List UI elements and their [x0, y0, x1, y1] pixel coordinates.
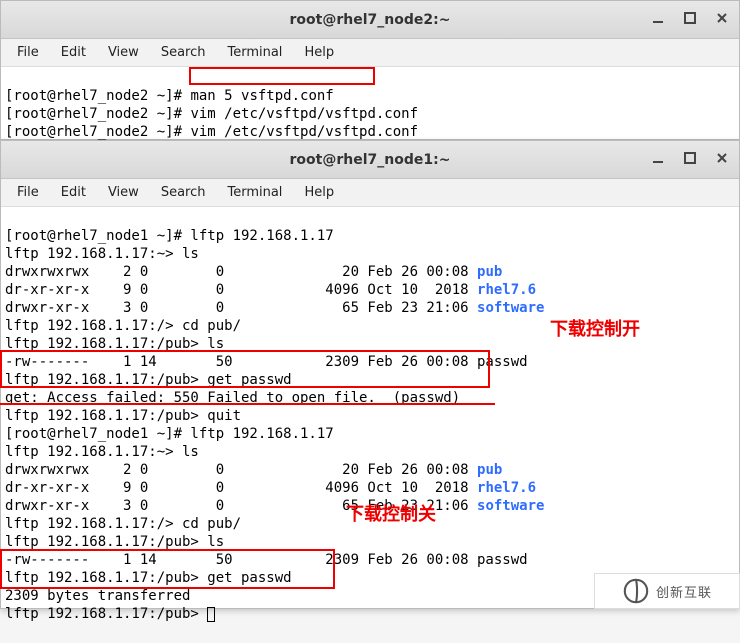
close-button[interactable] [709, 147, 735, 169]
dir-link: software [477, 300, 544, 316]
menu-help[interactable]: Help [294, 41, 344, 64]
annotation-download-on: 下载控制开 [550, 315, 640, 341]
menubar: File Edit View Search Terminal Help [1, 179, 739, 207]
term-line: -rw------- 1 14 50 2309 Feb 26 00:08 pas… [5, 354, 528, 370]
term-line: drwxrwxrwx 2 0 0 20 Feb 26 00:08 pub [5, 462, 502, 478]
term-line: lftp 192.168.1.17:/pub> ls [5, 534, 224, 550]
dir-link: rhel7.6 [477, 480, 536, 496]
titlebar: root@rhel7_node1:~ [1, 141, 739, 179]
menu-view[interactable]: View [98, 181, 149, 204]
close-button[interactable] [709, 7, 735, 29]
titlebar: root@rhel7_node2:~ [1, 1, 739, 39]
term-line: [root@rhel7_node2 ~]# vim /etc/vsftpd/vs… [5, 106, 418, 122]
menu-search[interactable]: Search [151, 41, 216, 64]
dir-link: pub [477, 462, 502, 478]
annotation-download-off: 下载控制关 [346, 500, 436, 526]
term-line: [root@rhel7_node2 ~]# man 5 vsftpd.conf [5, 88, 334, 104]
term-line: lftp 192.168.1.17:/> cd pub/ [5, 318, 241, 334]
window-title: root@rhel7_node2:~ [290, 12, 451, 28]
window-buttons [645, 147, 735, 169]
watermark-text: 创新互联 [656, 582, 712, 601]
term-line: lftp 192.168.1.17:/pub> [5, 606, 215, 622]
window-title: root@rhel7_node1:~ [290, 152, 451, 168]
maximize-button[interactable] [677, 7, 703, 29]
menu-help[interactable]: Help [294, 181, 344, 204]
term-line: drwxr-xr-x 3 0 0 65 Feb 23 21:06 softwar… [5, 498, 544, 514]
menu-view[interactable]: View [98, 41, 149, 64]
maximize-button[interactable] [677, 147, 703, 169]
menu-terminal[interactable]: Terminal [217, 41, 292, 64]
terminal-window-node2: root@rhel7_node2:~ File Edit View Search… [0, 0, 740, 140]
dir-link: rhel7.6 [477, 282, 536, 298]
menu-terminal[interactable]: Terminal [217, 181, 292, 204]
term-line: lftp 192.168.1.17:/pub> quit [5, 408, 241, 424]
term-line: lftp 192.168.1.17:/pub> get passwd [5, 372, 292, 388]
term-line: [root@rhel7_node1 ~]# lftp 192.168.1.17 [5, 228, 334, 244]
term-line: dr-xr-xr-x 9 0 0 4096 Oct 10 2018 rhel7.… [5, 282, 536, 298]
menu-edit[interactable]: Edit [51, 41, 96, 64]
term-line: lftp 192.168.1.17:/> cd pub/ [5, 516, 241, 532]
dir-link: software [477, 498, 544, 514]
term-line: dr-xr-xr-x 9 0 0 4096 Oct 10 2018 rhel7.… [5, 480, 536, 496]
highlight-underline [0, 403, 495, 405]
menu-search[interactable]: Search [151, 181, 216, 204]
term-line: drwxrwxrwx 2 0 0 20 Feb 26 00:08 pub [5, 264, 502, 280]
minimize-button[interactable] [645, 7, 671, 29]
menu-file[interactable]: File [7, 181, 49, 204]
menubar: File Edit View Search Terminal Help [1, 39, 739, 67]
term-line: [root@rhel7_node1 ~]# lftp 192.168.1.17 [5, 426, 334, 442]
term-line: [root@rhel7_node2 ~]# vim /etc/vsftpd/vs… [5, 124, 418, 140]
term-line: 2309 bytes transferred [5, 588, 190, 604]
term-line: lftp 192.168.1.17:~> ls [5, 444, 199, 460]
watermark-logo: 创新互联 [594, 573, 740, 609]
menu-file[interactable]: File [7, 41, 49, 64]
term-line: lftp 192.168.1.17:/pub> get passwd [5, 570, 292, 586]
term-line: lftp 192.168.1.17:/pub> ls [5, 336, 224, 352]
menu-edit[interactable]: Edit [51, 181, 96, 204]
cursor-icon [207, 607, 215, 622]
logo-icon [622, 577, 650, 605]
minimize-button[interactable] [645, 147, 671, 169]
dir-link: pub [477, 264, 502, 280]
window-buttons [645, 7, 735, 29]
term-line: drwxr-xr-x 3 0 0 65 Feb 23 21:06 softwar… [5, 300, 544, 316]
term-line: lftp 192.168.1.17:~> ls [5, 246, 199, 262]
term-line: -rw------- 1 14 50 2309 Feb 26 00:08 pas… [5, 552, 528, 568]
terminal-window-node1: root@rhel7_node1:~ File Edit View Search… [0, 140, 740, 609]
